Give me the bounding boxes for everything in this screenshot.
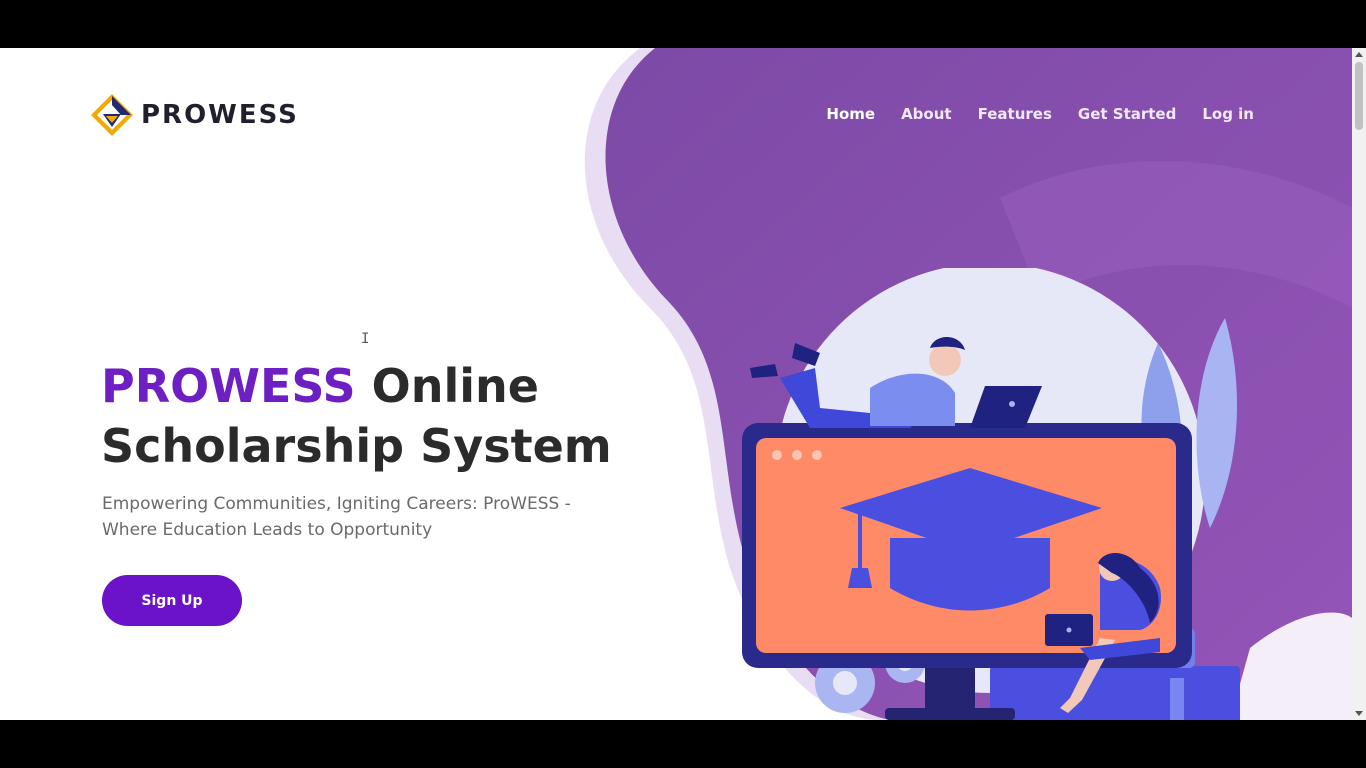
scroll-up-arrow-icon[interactable] (1355, 52, 1363, 57)
nav-get-started[interactable]: Get Started (1078, 105, 1176, 123)
nav-features[interactable]: Features (978, 105, 1052, 123)
hero-illustration (742, 268, 1240, 720)
scroll-down-arrow-icon[interactable] (1355, 711, 1363, 716)
nav-log-in[interactable]: Log in (1202, 105, 1254, 123)
nav-home[interactable]: Home (826, 105, 875, 123)
hero-title-brand: PROWESS (101, 359, 356, 413)
letterbox-bottom (0, 720, 1366, 768)
brand-logo[interactable]: PROWESS (89, 92, 299, 138)
hero-subtitle: Empowering Communities, Igniting Careers… (102, 494, 571, 540)
hero-title: PROWESS Online Scholarship System (101, 356, 661, 476)
diamond-logo-icon (91, 94, 133, 136)
letterbox-top (0, 0, 1366, 48)
sign-up-button[interactable]: Sign Up (102, 575, 242, 626)
page-viewport: PROWESS Home About Features Get Started … (0, 48, 1352, 720)
nav-about[interactable]: About (901, 105, 952, 123)
vertical-scrollbar[interactable] (1352, 48, 1366, 720)
scrollbar-thumb[interactable] (1355, 62, 1363, 130)
text-cursor-icon: I (361, 331, 370, 347)
logo-text: PROWESS (141, 100, 299, 130)
main-nav: Home About Features Get Started Log in (826, 105, 1254, 123)
